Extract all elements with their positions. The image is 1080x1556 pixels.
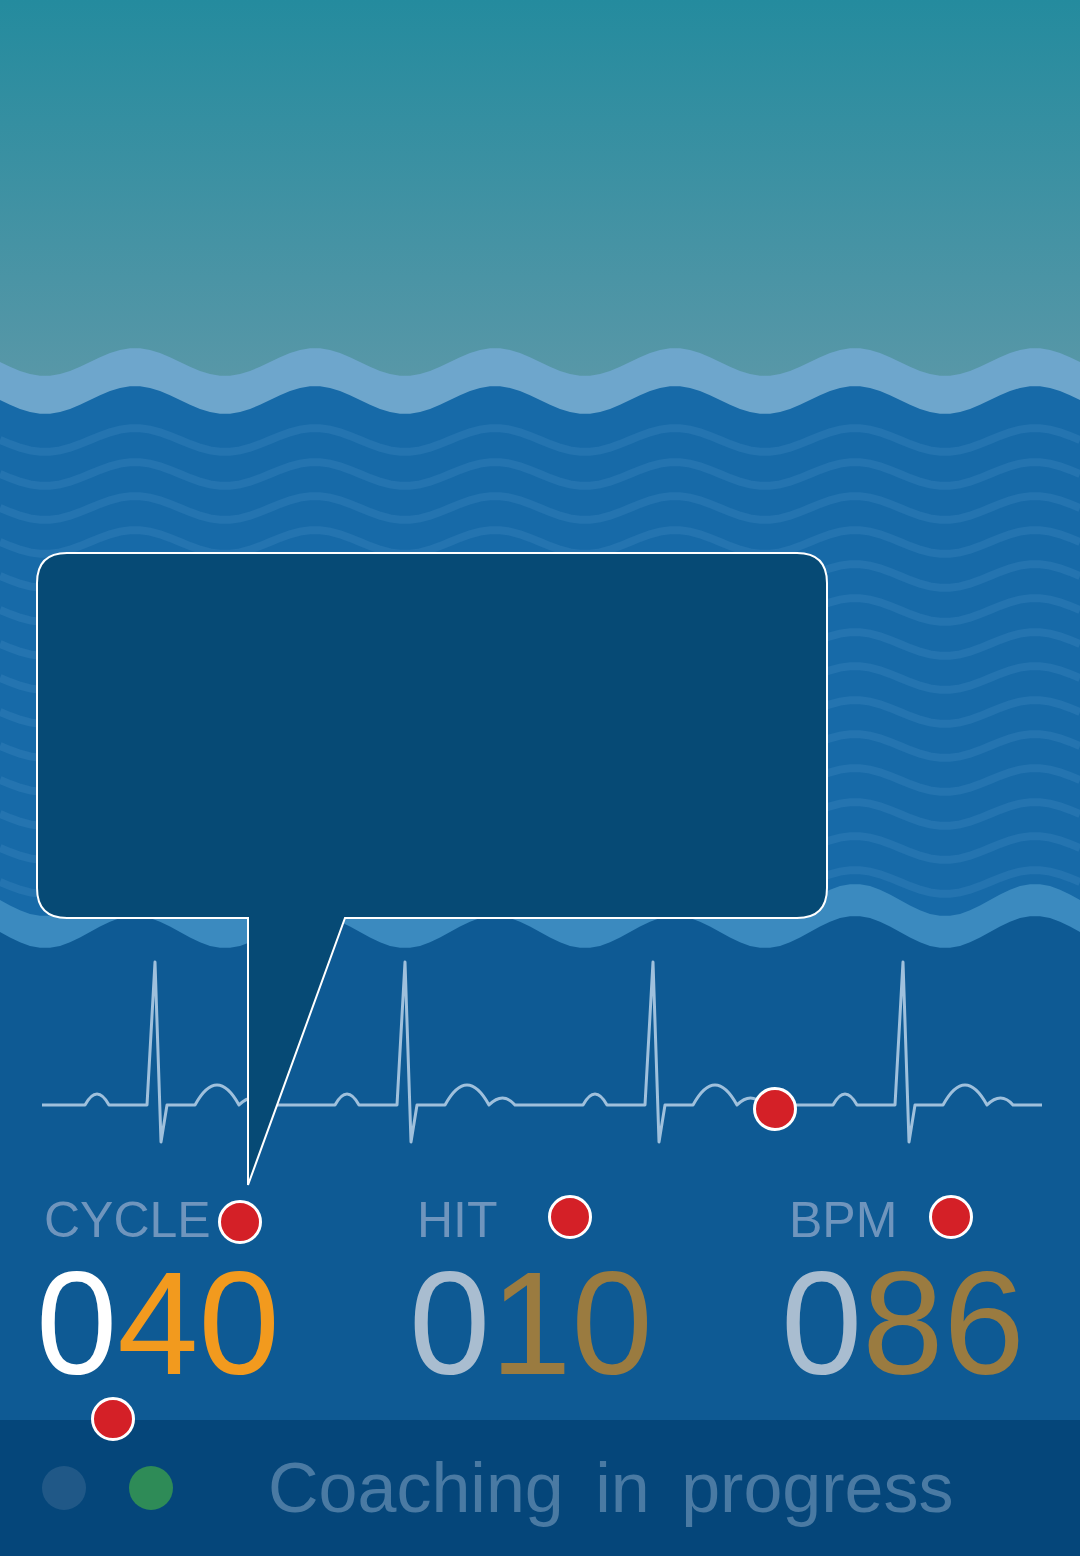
stat-number: 10 (490, 1242, 652, 1405)
status-text: Coaching in progress (268, 1448, 953, 1528)
stat-number: 86 (862, 1242, 1024, 1405)
stat-lead: 0 (409, 1242, 490, 1405)
stat-label: HIT (417, 1195, 781, 1245)
speech-bubble (0, 0, 1080, 1200)
ocean-scene (0, 0, 1080, 950)
stats-row: CYCLE040HIT010BPM086 (0, 1170, 1080, 1420)
status-bar: Coaching in progress (0, 1420, 1080, 1556)
stat: HIT010 (409, 1170, 781, 1420)
stat-lead: 0 (36, 1242, 117, 1405)
status-light (129, 1466, 173, 1510)
coaching-screen: CYCLE040HIT010BPM086Coaching in progress (0, 0, 1080, 1556)
stat-number: 40 (117, 1242, 279, 1405)
stat-value: 010 (409, 1251, 781, 1397)
marker-dot (91, 1397, 135, 1441)
marker-dot (929, 1195, 973, 1239)
ecg-line (0, 950, 1080, 1170)
marker-dot (218, 1200, 262, 1244)
stat-value: 086 (781, 1251, 1080, 1397)
stat-lead: 0 (781, 1242, 862, 1405)
marker-dot (548, 1195, 592, 1239)
status-light (42, 1466, 86, 1510)
stat-value: 040 (36, 1251, 409, 1397)
marker-dot (753, 1087, 797, 1131)
